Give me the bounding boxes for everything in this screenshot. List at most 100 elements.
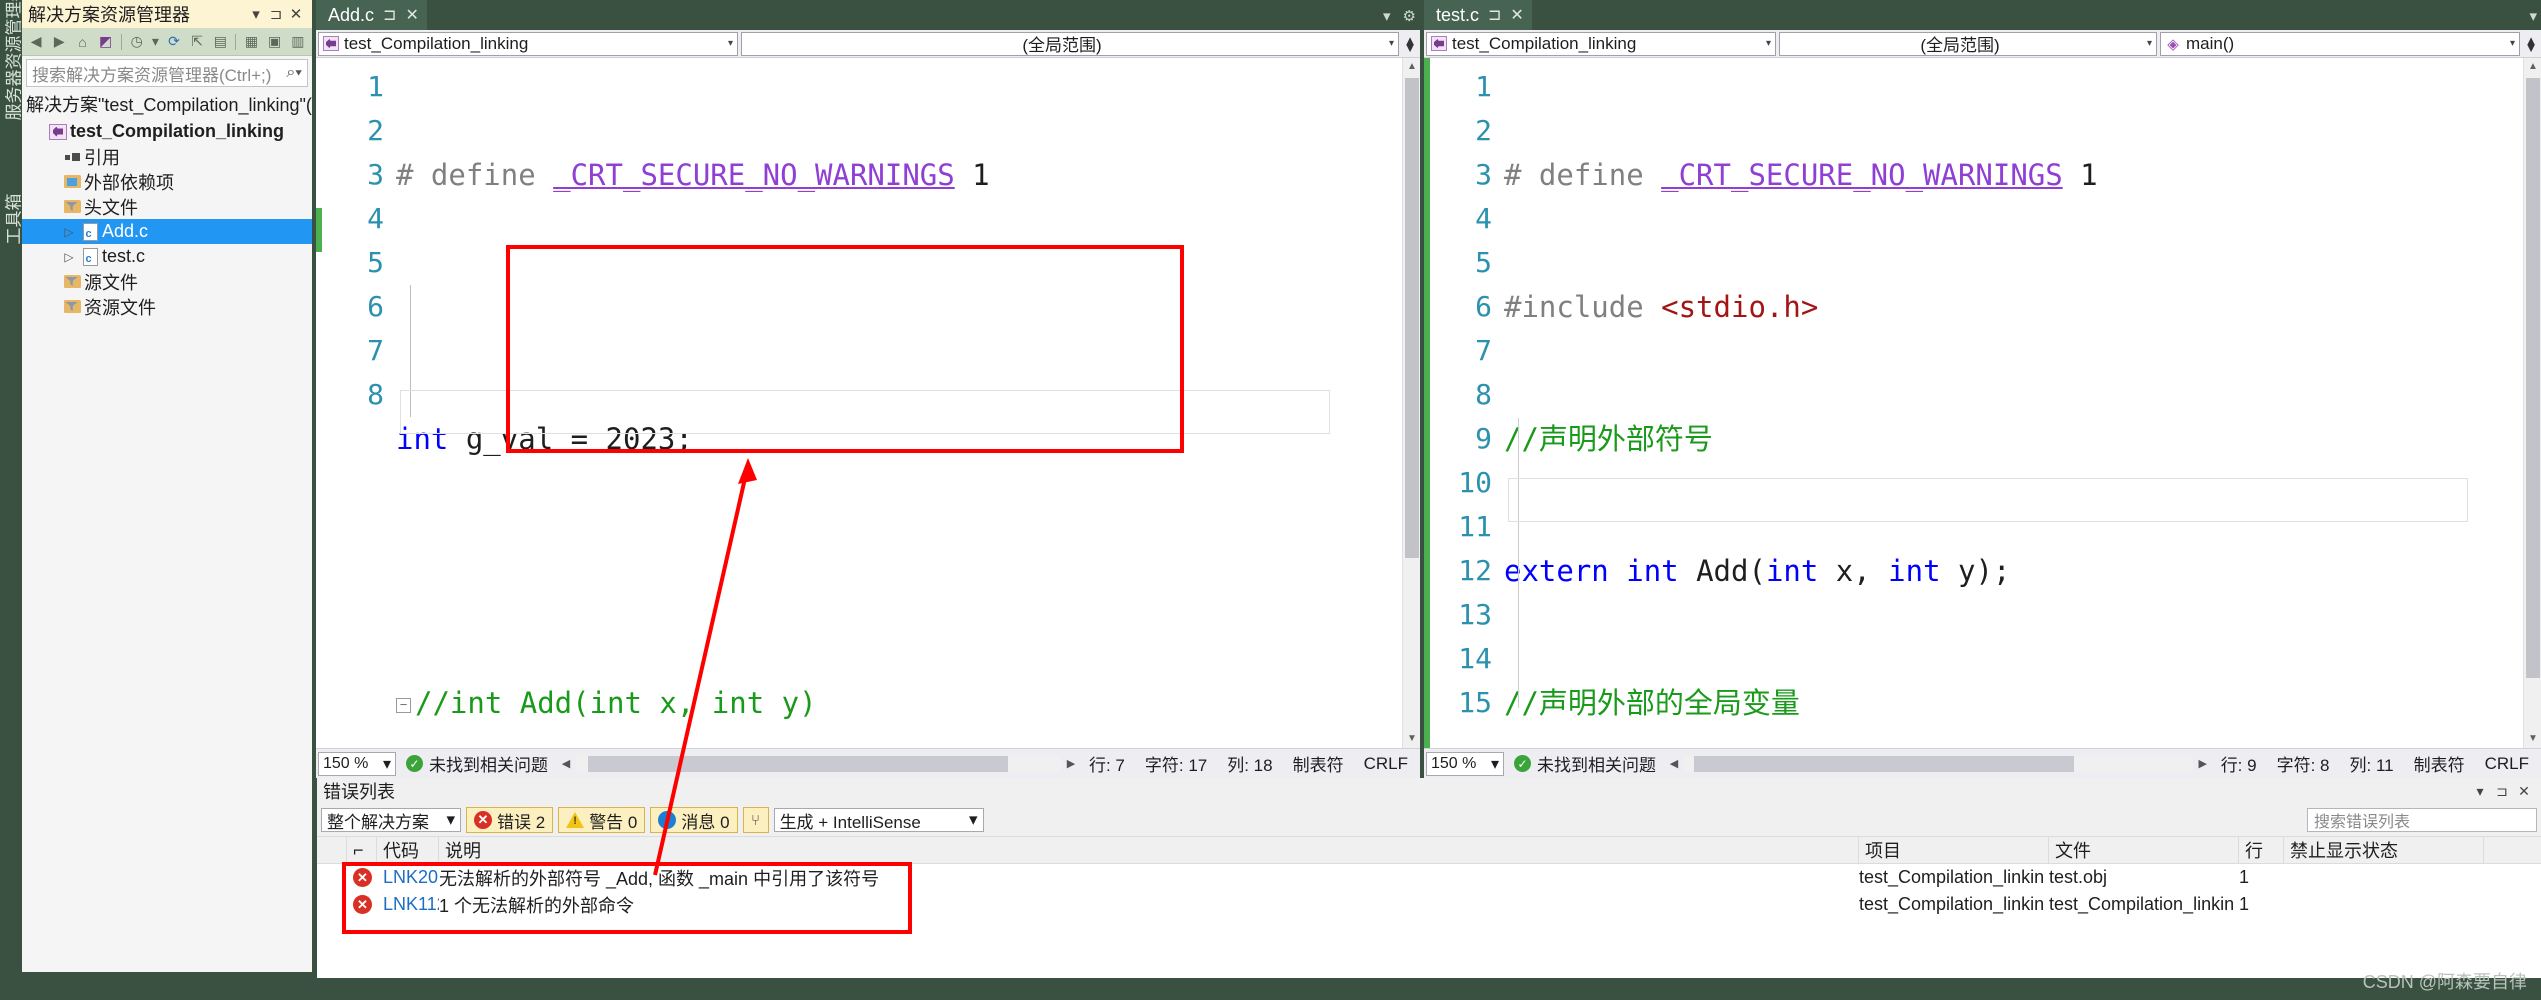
scroll-down-icon[interactable]: ▼ <box>2524 730 2541 748</box>
refresh-icon[interactable]: ⟳ <box>164 31 184 53</box>
chevron-down-icon[interactable]: ▾ <box>1760 38 1771 49</box>
code-area-left[interactable]: 12345678 # define _CRT_SECURE_NO_WARNING… <box>316 58 1420 748</box>
project-dropdown-left[interactable]: test_Compilation_linking ▾ <box>318 31 738 56</box>
chevron-down-icon[interactable]: ▾ <box>246 5 266 23</box>
forward-arrow-icon[interactable]: ▶ <box>49 31 69 53</box>
collapse-region-icon[interactable]: − <box>396 697 411 713</box>
close-icon[interactable]: ✕ <box>405 5 418 25</box>
scope-dropdown-left[interactable]: (全局范围) ▾ <box>741 31 1399 56</box>
chevron-down-icon[interactable]: ▾ <box>969 810 978 830</box>
build-filter-dropdown[interactable]: 生成 + IntelliSense ▾ <box>773 808 984 832</box>
collapse-all-icon[interactable]: ⇱ <box>187 31 207 53</box>
tree-item-test-c[interactable]: ▷ test.c <box>22 244 312 269</box>
tree-item-header-files[interactable]: 头文件 <box>22 194 312 219</box>
home-view-icon[interactable]: ▥ <box>288 31 308 53</box>
code-text-right[interactable]: 12345678 9 10 11 12 13 14 15 # define _CRT_SEC… <box>1430 58 2523 748</box>
expander-icon[interactable]: ▷ <box>60 225 78 239</box>
chevron-down-icon[interactable]: ▾ <box>1383 38 1394 49</box>
warnings-filter-button[interactable]: 警告 0 <box>558 807 646 833</box>
chevron-down-icon[interactable]: ▾ <box>150 31 161 53</box>
code-text-left[interactable]: 12345678 # define _CRT_SECURE_NO_WARNING… <box>322 58 1402 748</box>
member-dropdown-right[interactable]: ◈ main() ▾ <box>2160 31 2520 56</box>
col-code[interactable]: 代码 <box>377 836 439 864</box>
chevron-down-icon[interactable]: ▾ <box>446 810 455 830</box>
pending-changes-icon[interactable]: ◷ <box>127 31 147 53</box>
chevron-down-icon[interactable]: ▾ <box>2529 7 2537 25</box>
tree-item-source-files[interactable]: 源文件 <box>22 269 312 294</box>
table-row[interactable]: ✕ LNK1120 1 个无法解析的外部命令 test_Compilation_… <box>317 891 2541 918</box>
close-icon[interactable]: ✕ <box>286 5 306 23</box>
issue-status-right[interactable]: ✓ 未找到相关问题 <box>1504 751 1666 776</box>
split-view-handle-right[interactable]: ▲ ▼ <box>2523 34 2539 54</box>
scope-dropdown-right[interactable]: (全局范围) ▾ <box>1779 31 2157 56</box>
clear-filter-icon[interactable]: ⑂ <box>742 807 769 833</box>
table-row[interactable]: ✕ LNK2019 无法解析的外部符号 _Add, 函数 _main 中引用了该… <box>317 864 2541 891</box>
scrollbar-thumb[interactable] <box>2526 78 2540 678</box>
chevron-down-icon[interactable]: ▾ <box>2141 38 2152 49</box>
back-arrow-icon[interactable]: ◀ <box>26 31 46 53</box>
hscroll-track[interactable] <box>1684 755 2193 772</box>
show-all-files-icon[interactable]: ▤ <box>210 31 230 53</box>
vs-logo-icon[interactable]: ◩ <box>96 31 116 53</box>
scroll-up-icon[interactable]: ▲ <box>1403 58 1420 76</box>
chevron-down-icon[interactable]: ▾ <box>1491 754 1499 774</box>
tab-add-c[interactable]: Add.c ⊐ ✕ <box>316 0 427 30</box>
col-suppression-state[interactable]: 禁止显示状态 <box>2284 836 2484 864</box>
vertical-scrollbar-left[interactable]: ▲ ▼ <box>1402 58 1420 748</box>
properties-icon[interactable]: ▦ <box>241 31 261 53</box>
pin-icon[interactable]: ⊐ <box>2491 783 2513 800</box>
tree-item-resource-files[interactable]: 资源文件 <box>22 294 312 319</box>
chevron-down-icon[interactable]: ▾ <box>2469 783 2491 800</box>
code-area-right[interactable]: 12345678 9 10 11 12 13 14 15 # define _CRT_SEC… <box>1424 58 2541 748</box>
close-icon[interactable]: ✕ <box>2513 783 2535 800</box>
hscroll-thumb[interactable] <box>1694 755 2074 772</box>
search-input[interactable]: 搜索解决方案资源管理器(Ctrl+;) ⌕▾ <box>26 59 308 87</box>
tree-item-project[interactable]: test_Compilation_linking <box>22 119 312 144</box>
col-file[interactable]: 文件 <box>2049 836 2239 864</box>
chevron-down-icon[interactable]: ▾ <box>2504 38 2515 49</box>
split-view-handle-left[interactable]: ▲ ▼ <box>1402 34 1418 54</box>
home-icon[interactable]: ⌂ <box>72 31 92 53</box>
tree-item-add-c[interactable]: ▷ Add.c <box>22 219 312 244</box>
col-blank-1[interactable] <box>317 836 347 864</box>
scroll-right-icon[interactable]: ▶ <box>1063 757 1079 770</box>
preview-icon[interactable]: ▣ <box>265 31 285 53</box>
horizontal-scrollbar-left[interactable]: ◀ ▶ <box>558 754 1079 774</box>
col-description[interactable]: 说明 <box>439 836 1859 864</box>
scroll-right-icon[interactable]: ▶ <box>2195 757 2211 770</box>
tree-item-external-dependencies[interactable]: 外部依赖项 <box>22 169 312 194</box>
close-icon[interactable]: ✕ <box>1510 5 1523 25</box>
zoom-level-right[interactable]: 150 % ▾ <box>1426 751 1504 776</box>
scroll-up-icon[interactable]: ▲ <box>2524 58 2541 76</box>
messages-filter-button[interactable]: i 消息 0 <box>650 807 738 833</box>
issue-status-left[interactable]: ✓ 未找到相关问题 <box>396 751 558 776</box>
tree-item-references[interactable]: 引用 <box>22 144 312 169</box>
zoom-level-left[interactable]: 150 % ▾ <box>318 751 396 776</box>
hscroll-track[interactable] <box>576 755 1061 772</box>
col-line[interactable]: 行 <box>2239 836 2284 864</box>
errors-filter-button[interactable]: ✕ 错误 2 <box>466 807 554 833</box>
horizontal-scrollbar-right[interactable]: ◀ ▶ <box>1666 754 2211 774</box>
chevron-down-icon[interactable]: ▾ <box>722 38 733 49</box>
scrollbar-thumb[interactable] <box>1405 78 1419 558</box>
server-explorer-vertical-tab[interactable]: 服务器资源管理器 <box>0 0 25 121</box>
tab-test-c[interactable]: test.c ⊐ ✕ <box>1424 0 1532 30</box>
toolbox-vertical-tab[interactable]: 工具箱 <box>0 145 25 245</box>
vertical-scrollbar-right[interactable]: ▲ ▼ <box>2523 58 2541 748</box>
scope-filter-dropdown[interactable]: 整个解决方案 ▾ <box>321 808 461 832</box>
pin-icon[interactable]: ⊐ <box>266 5 286 23</box>
col-project[interactable]: 项目 <box>1859 836 2049 864</box>
search-icon[interactable]: ⌕▾ <box>286 64 302 82</box>
scroll-left-icon[interactable]: ◀ <box>1666 757 1682 770</box>
scroll-down-icon[interactable]: ▼ <box>1403 730 1420 748</box>
pin-icon[interactable]: ⊐ <box>383 5 396 25</box>
pin-icon[interactable]: ⊐ <box>1488 5 1501 25</box>
chevron-down-icon[interactable]: ▾ <box>1383 7 1391 25</box>
error-search-input[interactable]: 搜索错误列表 <box>2307 808 2537 832</box>
col-sort-icon[interactable]: ⌐ <box>347 836 377 864</box>
gear-icon[interactable]: ⚙ <box>1403 7 1416 25</box>
project-dropdown-right[interactable]: test_Compilation_linking ▾ <box>1426 31 1776 56</box>
chevron-down-icon[interactable]: ▾ <box>383 754 391 774</box>
expander-icon[interactable]: ▷ <box>60 250 78 264</box>
scroll-left-icon[interactable]: ◀ <box>558 757 574 770</box>
